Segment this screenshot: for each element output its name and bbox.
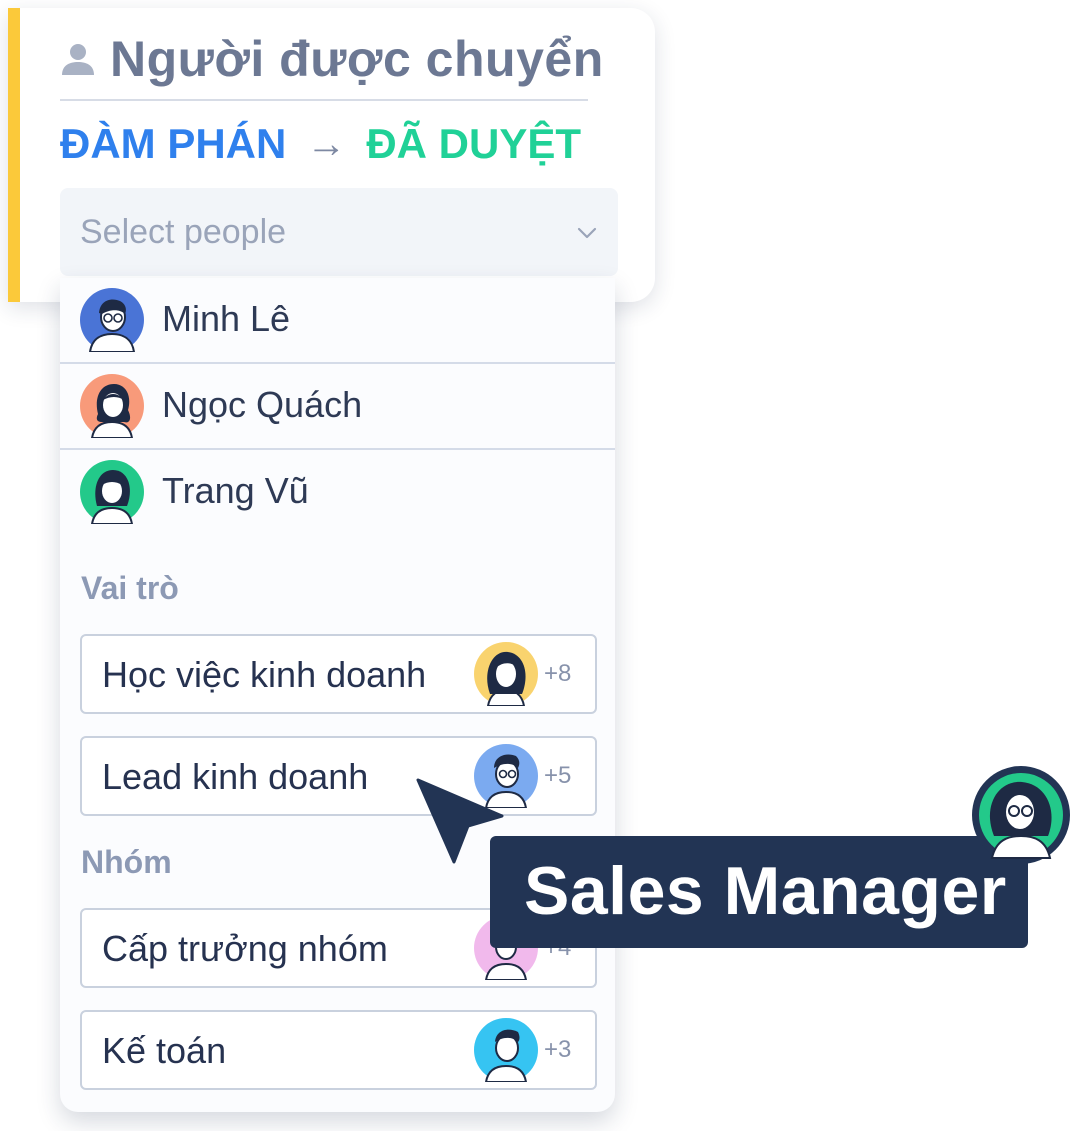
transfer-card: Người được chuyển ĐÀM PHÁN → ĐÃ DUYỆT Se… xyxy=(8,8,655,302)
list-item-person[interactable]: Ngọc Quách xyxy=(60,364,615,450)
tooltip-label: Sales Manager xyxy=(524,853,1007,929)
role-option[interactable]: Học việc kinh doanh +8 xyxy=(80,634,597,714)
people-dropdown: Minh Lê Ngọc Quách Trang Vũ Vai trò Học … xyxy=(60,278,615,1112)
role-label: Học việc kinh doanh xyxy=(102,654,427,695)
member-count: +5 xyxy=(544,762,572,789)
member-count: +8 xyxy=(544,660,572,687)
role-option[interactable]: Lead kinh doanh +5 xyxy=(80,736,597,816)
avatar xyxy=(972,766,1070,864)
avatar xyxy=(80,460,144,524)
arrow-right-icon: → xyxy=(306,121,347,166)
chevron-down-icon[interactable] xyxy=(576,222,598,244)
group-option[interactable]: Kế toán +3 xyxy=(80,1010,597,1090)
person-name: Trang Vũ xyxy=(162,470,309,511)
group-label: Cấp trưởng nhóm xyxy=(102,928,388,969)
person-name: Ngọc Quách xyxy=(162,384,363,425)
select-placeholder: Select people xyxy=(80,213,287,251)
from-stage: ĐÀM PHÁN xyxy=(60,120,287,167)
people-select[interactable]: Select people xyxy=(60,188,618,276)
avatar xyxy=(474,642,538,706)
title-row: Người được chuyển xyxy=(60,30,604,88)
avatar xyxy=(474,1018,538,1082)
person-name: Minh Lê xyxy=(162,298,291,339)
list-item-person[interactable]: Minh Lê xyxy=(60,278,615,364)
card-title: Người được chuyển xyxy=(110,31,604,87)
stage-transition: ĐÀM PHÁN → ĐÃ DUYỆT xyxy=(60,120,581,168)
accent-bar xyxy=(8,8,20,302)
person-icon xyxy=(62,44,94,75)
collaborator-tooltip: Sales Manager xyxy=(490,836,1028,948)
list-item-person[interactable]: Trang Vũ xyxy=(60,450,615,536)
to-stage: ĐÃ DUYỆT xyxy=(366,120,582,167)
roles-section-label: Vai trò xyxy=(81,570,179,606)
groups-section-label: Nhóm xyxy=(81,844,172,880)
title-divider xyxy=(60,99,588,101)
avatar xyxy=(80,288,144,352)
avatar xyxy=(80,374,144,438)
group-label: Kế toán xyxy=(102,1030,227,1071)
role-label: Lead kinh doanh xyxy=(102,756,369,797)
member-count: +3 xyxy=(544,1036,572,1063)
